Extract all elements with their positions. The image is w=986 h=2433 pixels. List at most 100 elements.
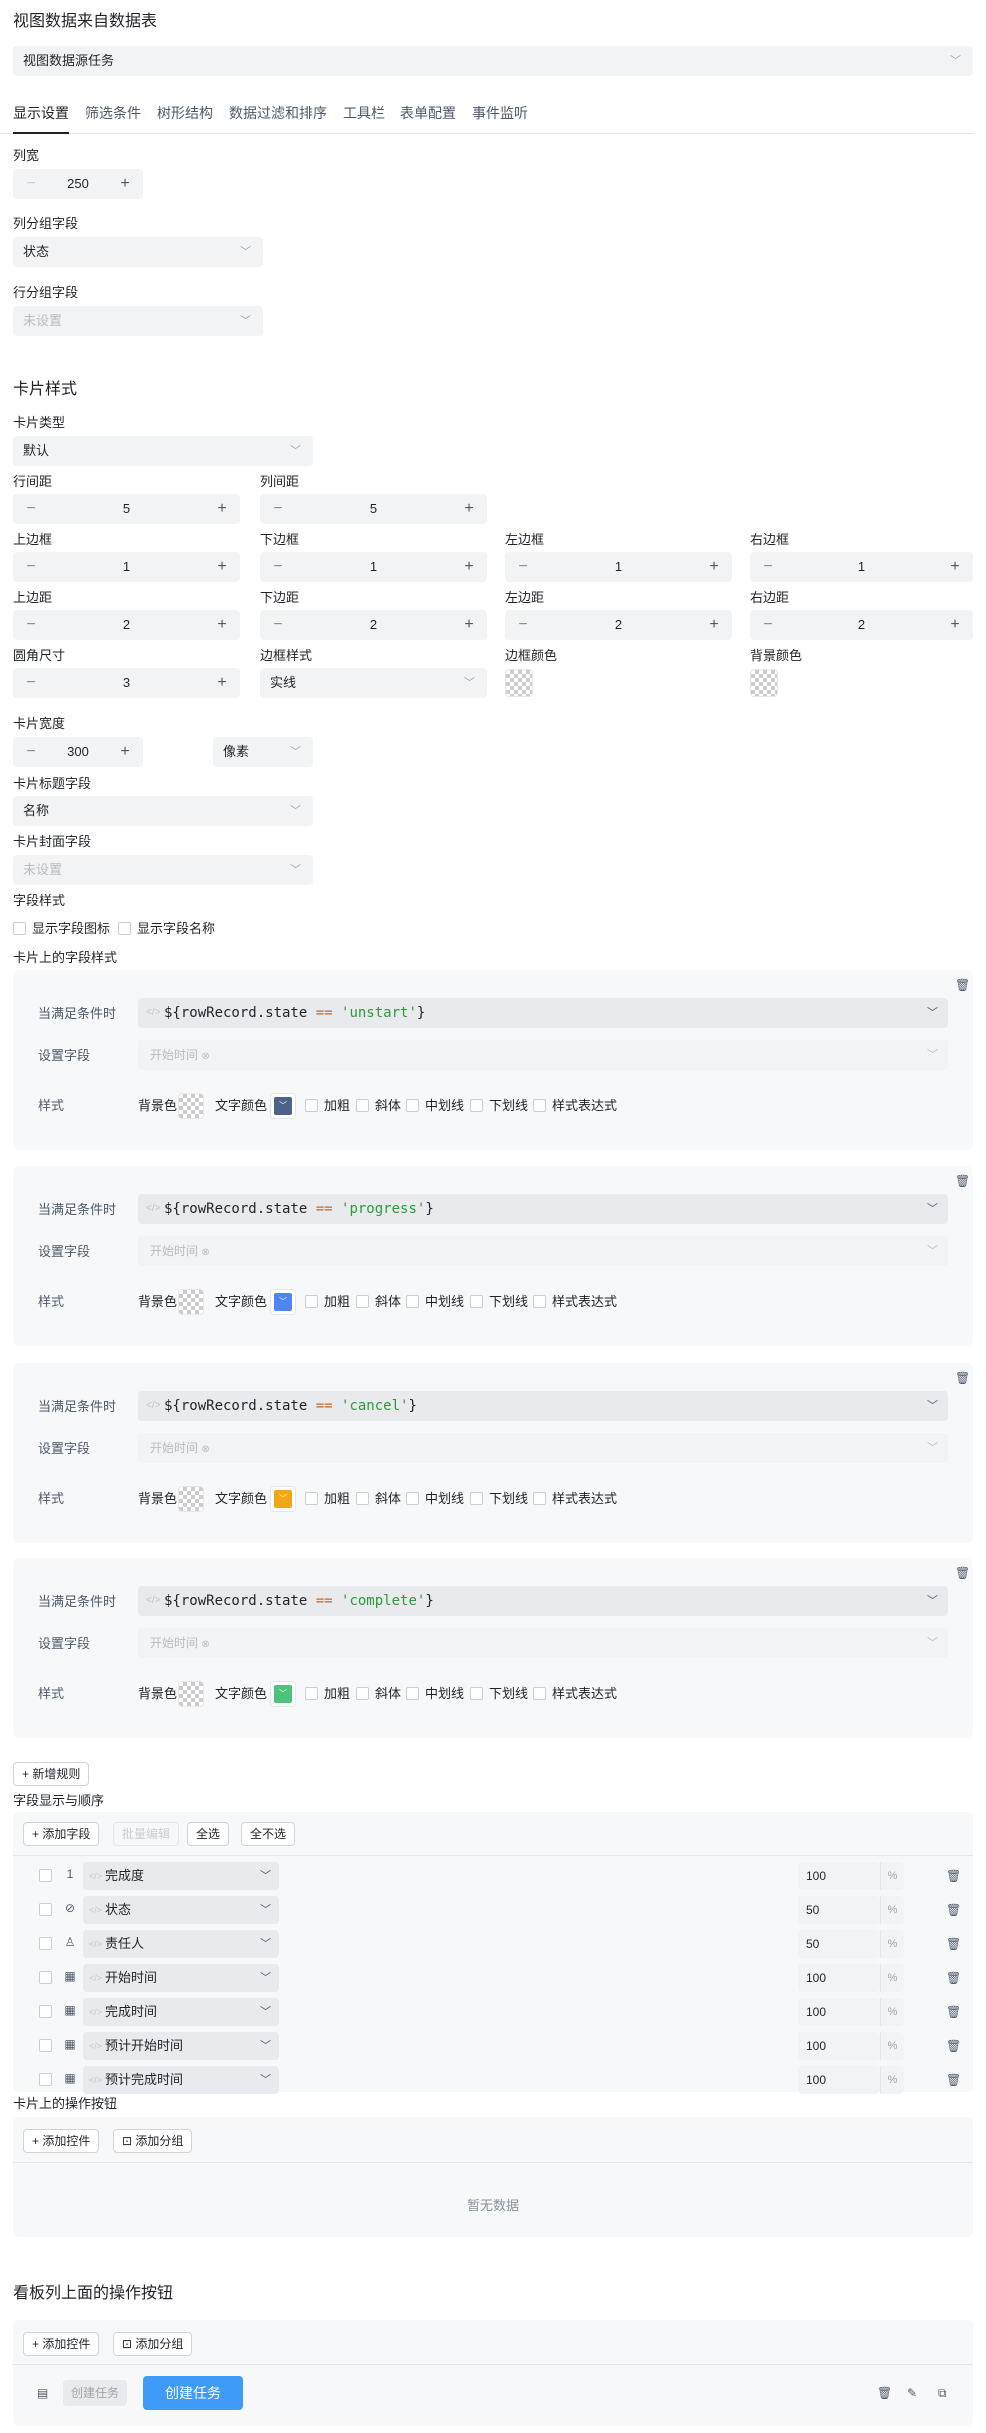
trash-icon[interactable]: 🗑 — [955, 978, 970, 992]
condition-expression[interactable]: </> ${rowRecord.state == 'unstart'} ﹀ — [138, 998, 948, 1028]
show-field-name-checkbox[interactable]: 显示字段名称 — [118, 920, 215, 938]
plus-icon[interactable]: + — [117, 169, 133, 199]
card-width-unit-select[interactable]: 像素 ﹀ — [213, 737, 313, 767]
row-checkbox[interactable] — [39, 2039, 52, 2052]
close-icon[interactable]: ⊗ — [201, 1247, 209, 1258]
pad-right-stepper[interactable]: − 2 + — [750, 610, 973, 640]
bg-color-picker[interactable] — [750, 669, 778, 697]
border-left-stepper[interactable]: − 1 + — [505, 552, 732, 582]
condition-expression[interactable]: </> ${rowRecord.state == 'progress'} ﹀ — [138, 1194, 948, 1224]
field-select[interactable]: </> 预计开始时间 ﹀ — [83, 2032, 279, 2060]
plus-icon[interactable]: + — [214, 552, 230, 582]
add-group-button[interactable]: ⊡ 添加分组 — [113, 2332, 193, 2356]
trash-icon[interactable]: 🗑 — [946, 2073, 961, 2087]
row-checkbox[interactable] — [39, 1869, 52, 1882]
field-select[interactable]: </> 状态 ﹀ — [83, 1896, 279, 1924]
col-group-select[interactable]: 状态 ﹀ — [13, 237, 263, 267]
row-checkbox[interactable] — [39, 2005, 52, 2018]
field-width-input[interactable]: 100 — [798, 2066, 880, 2094]
strike-checkbox[interactable]: 中划线 — [406, 1097, 464, 1115]
checkbox-box[interactable] — [356, 1295, 369, 1308]
checkbox-box[interactable] — [533, 1687, 546, 1700]
add-control-button[interactable]: + 添加控件 — [23, 2129, 100, 2153]
card-width-stepper[interactable]: − 300 + — [13, 737, 143, 767]
bold-checkbox[interactable]: 加粗 — [305, 1293, 350, 1311]
trash-icon[interactable]: 🗑 — [955, 1174, 970, 1188]
field-select[interactable]: </> 完成度 ﹀ — [83, 1862, 279, 1890]
trash-icon[interactable]: 🗑 — [946, 1971, 961, 1985]
tab-filter[interactable]: 筛选条件 — [85, 100, 141, 134]
show-field-icon-checkbox[interactable]: 显示字段图标 — [13, 920, 110, 938]
bold-checkbox[interactable]: 加粗 — [305, 1490, 350, 1508]
border-bottom-stepper[interactable]: − 1 + — [260, 552, 487, 582]
field-width-input[interactable]: 100 — [798, 1964, 880, 1992]
style-expr-checkbox[interactable]: 样式表达式 — [533, 1685, 617, 1703]
rule-bg-color-picker[interactable] — [178, 1289, 204, 1315]
checkbox-box[interactable] — [406, 1687, 419, 1700]
checkbox-box[interactable] — [470, 1687, 483, 1700]
minus-icon[interactable]: − — [515, 610, 531, 640]
checkbox-box[interactable] — [305, 1295, 318, 1308]
field-width-input[interactable]: 50 — [798, 1896, 880, 1924]
strike-checkbox[interactable]: 中划线 — [406, 1685, 464, 1703]
add-field-button[interactable]: + 添加字段 — [23, 1822, 100, 1846]
plus-icon[interactable]: + — [461, 494, 477, 524]
rule-text-color-picker[interactable]: ﹀ — [270, 1486, 296, 1512]
field-select[interactable]: </> 责任人 ﹀ — [83, 1930, 279, 1958]
tab-tree[interactable]: 树形结构 — [157, 100, 213, 134]
row-checkbox[interactable] — [39, 1971, 52, 1984]
strike-checkbox[interactable]: 中划线 — [406, 1490, 464, 1508]
rule-field-select[interactable]: 开始时间 ⊗ ﹀ — [138, 1628, 948, 1658]
plus-icon[interactable]: + — [214, 668, 230, 698]
minus-icon[interactable]: − — [23, 610, 39, 640]
checkbox-box[interactable] — [305, 1687, 318, 1700]
rule-field-select[interactable]: 开始时间 ⊗ ﹀ — [138, 1236, 948, 1266]
italic-checkbox[interactable]: 斜体 — [356, 1097, 401, 1115]
minus-icon[interactable]: − — [23, 552, 39, 582]
row-gap-stepper[interactable]: − 5 + — [13, 494, 240, 524]
row-checkbox[interactable] — [39, 1903, 52, 1916]
close-icon[interactable]: ⊗ — [201, 1639, 209, 1650]
minus-icon[interactable]: − — [270, 610, 286, 640]
style-expr-checkbox[interactable]: 样式表达式 — [533, 1490, 617, 1508]
pad-left-stepper[interactable]: − 2 + — [505, 610, 732, 640]
checkbox-box[interactable] — [305, 1099, 318, 1112]
tab-display[interactable]: 显示设置 — [13, 100, 69, 134]
underline-checkbox[interactable]: 下划线 — [470, 1097, 528, 1115]
field-select[interactable]: </> 开始时间 ﹀ — [83, 1964, 279, 1992]
field-width-input[interactable]: 50 — [798, 1930, 880, 1958]
italic-checkbox[interactable]: 斜体 — [356, 1293, 401, 1311]
condition-expression[interactable]: </> ${rowRecord.state == 'complete'} ﹀ — [138, 1586, 948, 1616]
trash-icon[interactable]: 🗑 — [946, 1937, 961, 1951]
plus-icon[interactable]: + — [461, 610, 477, 640]
title-field-select[interactable]: 名称 ﹀ — [13, 796, 313, 826]
border-right-stepper[interactable]: − 1 + — [750, 552, 973, 582]
checkbox-box[interactable] — [533, 1295, 546, 1308]
minus-icon[interactable]: − — [23, 668, 39, 698]
trash-icon[interactable]: 🗑 — [955, 1371, 970, 1385]
pad-bottom-stepper[interactable]: − 2 + — [260, 610, 487, 640]
checkbox-box[interactable] — [13, 922, 26, 935]
row-checkbox[interactable] — [39, 1937, 52, 1950]
italic-checkbox[interactable]: 斜体 — [356, 1685, 401, 1703]
trash-icon[interactable]: 🗑 — [877, 2386, 892, 2400]
tab-toolbar[interactable]: 工具栏 — [343, 100, 385, 134]
minus-icon[interactable]: − — [515, 552, 531, 582]
tab-events[interactable]: 事件监听 — [472, 100, 528, 134]
plus-icon[interactable]: + — [214, 610, 230, 640]
checkbox-box[interactable] — [118, 922, 131, 935]
add-control-button[interactable]: + 添加控件 — [23, 2332, 100, 2356]
rule-text-color-picker[interactable]: ﹀ — [270, 1093, 296, 1119]
minus-icon[interactable]: − — [23, 169, 39, 199]
checkbox-box[interactable] — [470, 1295, 483, 1308]
rule-text-color-picker[interactable]: ﹀ — [270, 1681, 296, 1707]
field-select[interactable]: </> 预计完成时间 ﹀ — [83, 2066, 279, 2094]
underline-checkbox[interactable]: 下划线 — [470, 1490, 528, 1508]
select-none-button[interactable]: 全不选 — [241, 1822, 296, 1846]
copy-icon[interactable]: ⧉ — [938, 2386, 947, 2401]
checkbox-box[interactable] — [533, 1492, 546, 1505]
rule-bg-color-picker[interactable] — [178, 1486, 204, 1512]
row-checkbox[interactable] — [39, 2073, 52, 2086]
select-all-button[interactable]: 全选 — [187, 1822, 230, 1846]
rule-text-color-picker[interactable]: ﹀ — [270, 1289, 296, 1315]
